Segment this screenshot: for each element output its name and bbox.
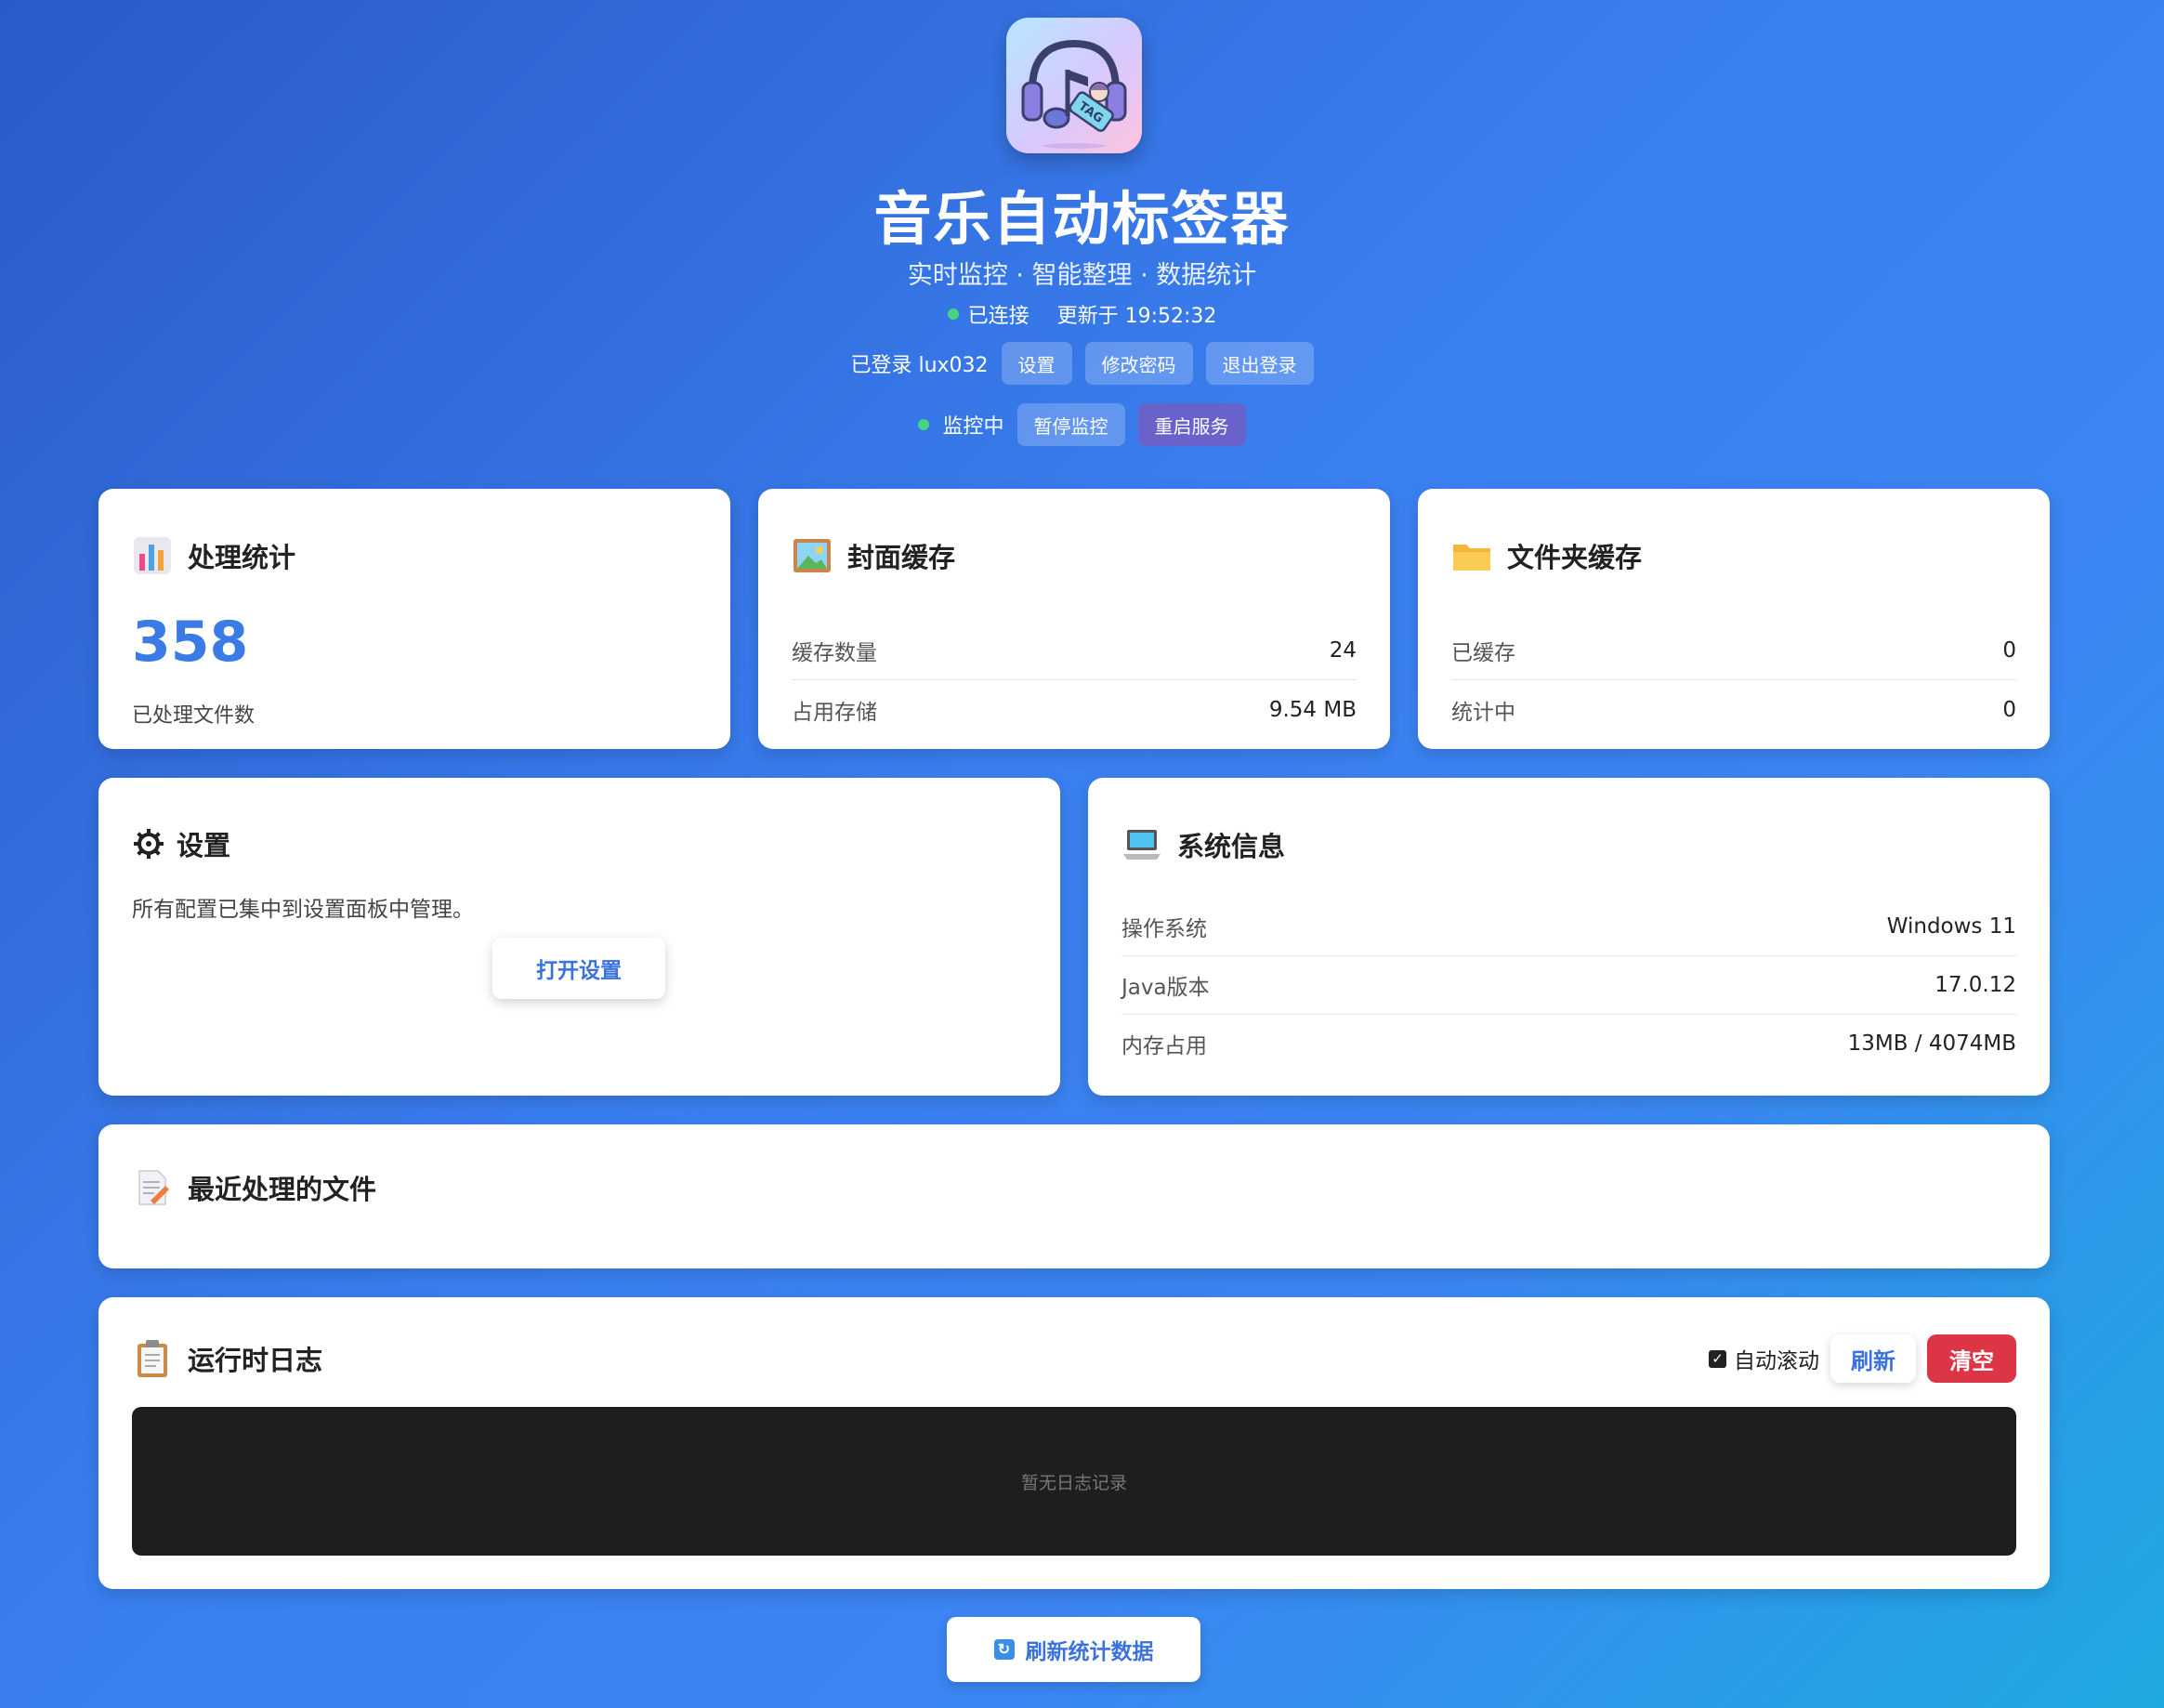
cover-cache-count-value: 24 xyxy=(1329,637,1357,663)
stats-card-title: 处理统计 xyxy=(188,542,296,573)
open-settings-button[interactable]: 打开设置 xyxy=(492,938,665,999)
logout-button[interactable]: 退出登录 xyxy=(1205,342,1314,385)
auto-scroll-checkbox[interactable]: ✓ xyxy=(1709,1349,1726,1368)
refresh-stats-label: 刷新统计数据 xyxy=(1025,1639,1154,1663)
memory-usage-value: 13MB / 4074MB xyxy=(1847,1031,2016,1056)
folder-cache-row: 已缓存 0 xyxy=(1451,621,2016,680)
memory-usage-label: 内存占用 xyxy=(1121,1034,1207,1058)
stats-card: 处理统计 358 已处理文件数 xyxy=(98,489,730,749)
monitor-status-dot xyxy=(918,419,930,430)
folder-icon xyxy=(1451,535,1492,576)
folder-cache-row: 统计中 0 xyxy=(1451,680,2016,740)
cover-cache-count-label: 缓存数量 xyxy=(792,640,877,665)
folder-cache-card: 文件夹缓存 已缓存 0 统计中 0 xyxy=(1418,489,2050,749)
cover-cache-row: 占用存储 9.54 MB xyxy=(792,680,1357,740)
log-card-title: 运行时日志 xyxy=(188,1345,323,1376)
app-logo: TAG xyxy=(1006,18,1142,153)
processed-count: 358 xyxy=(132,610,249,675)
log-clear-button[interactable]: 清空 xyxy=(1927,1334,2016,1383)
gear-icon xyxy=(132,827,165,861)
settings-card: 设置 所有配置已集中到设置面板中管理。 打开设置 xyxy=(98,778,1060,1096)
recent-files-card: 最近处理的文件 xyxy=(98,1124,2050,1268)
settings-description: 所有配置已集中到设置面板中管理。 xyxy=(132,898,474,922)
user-row: 已登录 lux032 设置 修改密码 退出登录 xyxy=(0,342,2164,385)
cover-cache-title: 封面缓存 xyxy=(847,542,956,573)
memo-icon xyxy=(132,1167,173,1208)
log-card: 运行时日志 ✓ 自动滚动 刷新 清空 暂无日志记录 xyxy=(98,1297,2050,1589)
settings-card-title: 设置 xyxy=(177,830,231,861)
log-empty-text: 暂无日志记录 xyxy=(1020,1472,1127,1493)
refresh-icon: ↻ xyxy=(993,1639,1015,1660)
connection-status-dot xyxy=(947,309,959,320)
restart-service-button[interactable]: 重启服务 xyxy=(1137,403,1246,446)
app-title: 音乐自动标签器 xyxy=(873,185,1291,253)
java-version-label: Java版本 xyxy=(1121,975,1210,1000)
cover-cache-size-label: 占用存储 xyxy=(792,701,877,725)
logged-in-user: 已登录 lux032 xyxy=(850,354,989,377)
folder-counting-value: 0 xyxy=(2002,698,2016,722)
monitor-status: 监控中 xyxy=(942,415,1004,439)
cover-cache-size-value: 9.54 MB xyxy=(1268,698,1357,722)
pause-monitor-button[interactable]: 暂停监控 xyxy=(1016,403,1125,446)
cover-cache-card: 封面缓存 缓存数量 24 占用存储 9.54 MB xyxy=(758,489,1390,749)
os-label: 操作系统 xyxy=(1121,916,1207,941)
folder-cached-value: 0 xyxy=(2002,637,2016,663)
log-output[interactable]: 暂无日志记录 xyxy=(132,1407,2016,1556)
log-toolbar: ✓ 自动滚动 刷新 清空 xyxy=(1709,1334,2016,1383)
system-info-card: 系统信息 操作系统 Windows 11 Java版本 17.0.12 内存占用… xyxy=(1088,778,2050,1096)
monitor-row: 监控中 暂停监控 重启服务 xyxy=(0,403,2164,446)
os-value: Windows 11 xyxy=(1886,913,2016,939)
cover-cache-row: 缓存数量 24 xyxy=(792,621,1357,680)
recent-files-title: 最近处理的文件 xyxy=(188,1174,377,1205)
refresh-stats-button[interactable]: ↻ 刷新统计数据 xyxy=(947,1617,1200,1682)
laptop-icon xyxy=(1121,824,1162,865)
system-info-row: Java版本 17.0.12 xyxy=(1121,955,2016,1015)
settings-button[interactable]: 设置 xyxy=(1001,342,1072,385)
auto-scroll-toggle[interactable]: ✓ 自动滚动 xyxy=(1709,1343,1819,1374)
system-info-row: 操作系统 Windows 11 xyxy=(1121,897,2016,956)
folder-cache-title: 文件夹缓存 xyxy=(1507,542,1643,573)
processed-count-label: 已处理文件数 xyxy=(132,704,256,728)
folder-cached-label: 已缓存 xyxy=(1451,640,1515,665)
system-info-title: 系统信息 xyxy=(1177,831,1286,862)
java-version-value: 17.0.12 xyxy=(1934,972,2016,997)
system-info-row: 内存占用 13MB / 4074MB xyxy=(1121,1014,2016,1073)
auto-scroll-label: 自动滚动 xyxy=(1734,1349,1819,1373)
bar-chart-icon xyxy=(132,535,173,576)
log-refresh-button[interactable]: 刷新 xyxy=(1830,1334,1916,1383)
picture-icon xyxy=(792,535,833,576)
connection-row: 已连接 更新于 19:52:32 xyxy=(0,299,2164,329)
folder-counting-label: 统计中 xyxy=(1451,701,1515,725)
clipboard-icon xyxy=(132,1338,173,1379)
updated-time: 更新于 19:52:32 xyxy=(1056,305,1217,328)
connection-status: 已连接 xyxy=(967,305,1030,328)
app-subtitle: 实时监控 · 智能整理 · 数据统计 xyxy=(907,261,1257,290)
change-password-button[interactable]: 修改密码 xyxy=(1084,342,1193,385)
